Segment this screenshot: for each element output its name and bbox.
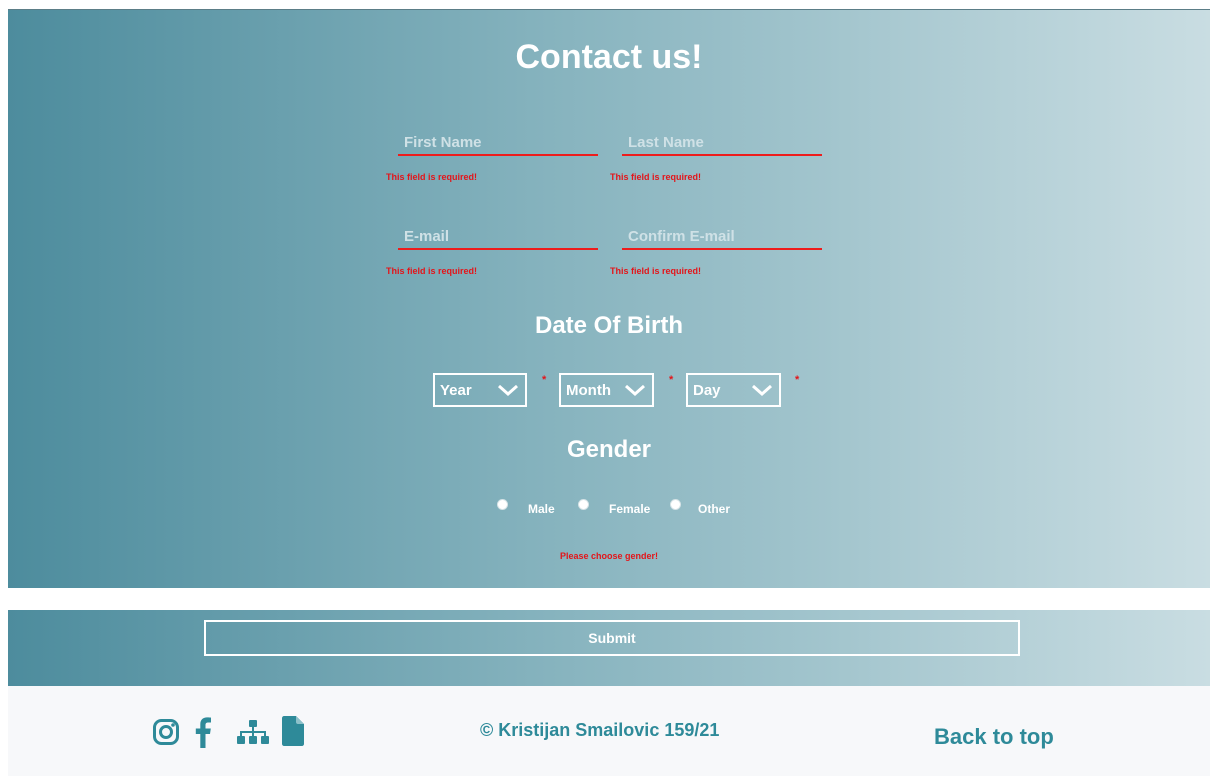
year-required-mark: * <box>542 374 547 386</box>
first-name-input[interactable] <box>398 116 598 156</box>
gender-title: Gender <box>566 436 652 463</box>
confirm-email-input[interactable] <box>622 210 822 250</box>
chevron-down-icon <box>625 384 645 397</box>
last-name-error: This field is required! <box>610 172 702 182</box>
footer: © Kristijan Smailovic 159/21 Back to top <box>8 686 1210 776</box>
instagram-icon[interactable] <box>152 718 180 746</box>
gender-radio-other[interactable] <box>670 499 681 510</box>
gender-radio-male[interactable] <box>497 499 508 510</box>
day-select[interactable]: Day <box>686 373 781 407</box>
sitemap-icon[interactable] <box>236 720 270 746</box>
day-required-mark: * <box>795 374 800 386</box>
back-to-top-link[interactable]: Back to top <box>934 724 1054 750</box>
gender-error: Please choose gender! <box>559 551 659 561</box>
month-required-mark: * <box>669 374 674 386</box>
document-icon[interactable] <box>282 716 304 746</box>
confirm-email-error: This field is required! <box>610 266 702 276</box>
chevron-down-icon <box>498 384 518 397</box>
chevron-down-icon <box>752 384 772 397</box>
page-title: Contact us! <box>515 38 703 76</box>
month-select[interactable]: Month <box>559 373 654 407</box>
date-of-birth-title: Date Of Birth <box>534 312 683 339</box>
submit-section: Submit <box>8 610 1210 686</box>
facebook-icon[interactable] <box>194 716 212 748</box>
day-select-label: Day <box>693 381 721 399</box>
year-select[interactable]: Year <box>433 373 527 407</box>
first-name-error: This field is required! <box>386 172 478 182</box>
gender-label-male: Male <box>528 502 555 516</box>
email-input[interactable] <box>398 210 598 250</box>
email-error: This field is required! <box>386 266 478 276</box>
copyright-text: © Kristijan Smailovic 159/21 <box>480 720 720 740</box>
year-select-label: Year <box>440 381 472 399</box>
gender-radio-female[interactable] <box>578 499 589 510</box>
last-name-input[interactable] <box>622 116 822 156</box>
gender-label-female: Female <box>609 502 651 516</box>
gender-label-other: Other <box>698 502 731 516</box>
month-select-label: Month <box>566 381 611 399</box>
submit-button[interactable]: Submit <box>204 620 1020 656</box>
contact-section: Contact us! This field is required! This… <box>8 9 1210 588</box>
